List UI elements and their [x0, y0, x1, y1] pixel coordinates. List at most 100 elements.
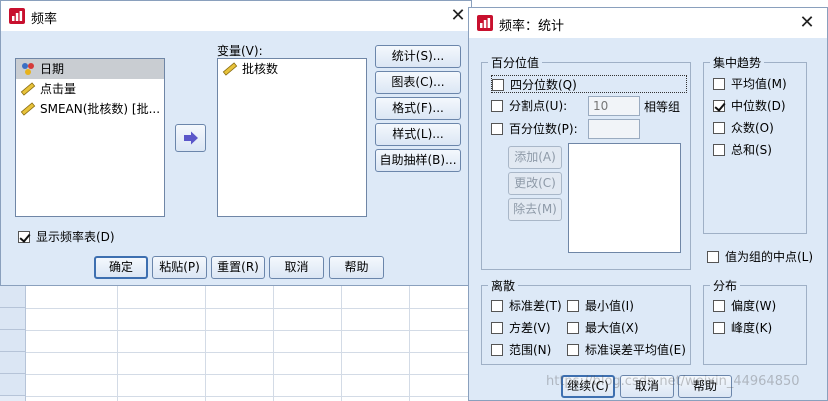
checkbox-label: 显示频率表(D): [36, 230, 115, 244]
checkbox-box: [713, 122, 725, 134]
checkbox-box: [713, 100, 725, 112]
help-button[interactable]: 帮助: [329, 256, 384, 279]
dispersion-group: 离散 标准差(T) 最小值(I) 方差(V) 最大值(X) 范围(N) 标准误差…: [481, 277, 691, 365]
style-button[interactable]: 样式(L)...: [375, 123, 461, 146]
equal-groups-label: 相等组: [644, 100, 681, 114]
statistics-titlebar: 频率：统计 ✕: [469, 8, 827, 38]
checkbox-label: 方差(V): [509, 321, 551, 335]
change-button[interactable]: 更改(C): [508, 172, 562, 195]
data-grid-background: [0, 286, 470, 401]
add-button[interactable]: 添加(A): [508, 146, 562, 169]
scale-variable-icon: [20, 82, 36, 96]
percentile-values-group: 百分位值 四分位数(Q) 分割点(U): 10 相等组 百分位数(P): 添加(…: [481, 54, 691, 270]
list-item-label: 日期: [40, 62, 65, 76]
list-item[interactable]: 日期: [16, 59, 164, 79]
se-mean-checkbox[interactable]: 标准误差平均值(E): [567, 341, 686, 359]
list-item[interactable]: 批核数: [218, 59, 366, 79]
frequencies-titlebar: 频率 ✕: [1, 1, 471, 31]
move-variable-button[interactable]: [175, 124, 206, 152]
checkbox-label: 平均值(M): [731, 77, 787, 91]
close-icon[interactable]: ✕: [795, 12, 819, 34]
distribution-group: 分布 偏度(W) 峰度(K): [703, 277, 807, 365]
bootstrap-button[interactable]: 自助抽样(B)...: [375, 149, 461, 172]
group-title: 分布: [710, 277, 741, 294]
list-item[interactable]: 点击量: [16, 79, 164, 99]
checkbox-label: 值为组的中点(L): [725, 250, 814, 264]
list-item-label: SMEAN(批核数) [批...: [40, 102, 161, 116]
checkbox-box: [491, 322, 503, 334]
source-variable-list[interactable]: 日期 点击量 SMEAN(批核数) [批...: [15, 58, 165, 217]
checkbox-label: 范围(N): [509, 343, 552, 357]
variance-checkbox[interactable]: 方差(V): [491, 319, 551, 337]
checkbox-box: [491, 344, 503, 356]
maximum-checkbox[interactable]: 最大值(X): [567, 319, 639, 337]
list-item-label: 批核数: [242, 62, 279, 76]
checkbox-box: [491, 300, 503, 312]
checkbox-label: 总和(S): [731, 143, 772, 157]
median-checkbox[interactable]: 中位数(D): [713, 97, 786, 115]
checkbox-label: 标准误差平均值(E): [585, 343, 686, 357]
mean-checkbox[interactable]: 平均值(M): [713, 75, 787, 93]
ok-button[interactable]: 确定: [94, 256, 148, 279]
kurtosis-checkbox[interactable]: 峰度(K): [713, 319, 772, 337]
frequencies-dialog: 频率 ✕ 日期 点击量 SMEAN(批核数) [批... 变量(V): 批核数 …: [0, 0, 472, 286]
group-title: 离散: [488, 277, 519, 294]
checkbox-box: [567, 322, 579, 334]
group-title: 百分位值: [488, 54, 543, 71]
statistics-button[interactable]: 统计(S)...: [375, 45, 461, 68]
sum-checkbox[interactable]: 总和(S): [713, 141, 772, 159]
spss-app-icon: [477, 15, 493, 31]
paste-button[interactable]: 粘贴(P): [152, 256, 207, 279]
cancel-button[interactable]: 取消: [269, 256, 324, 279]
scale-variable-icon: [222, 62, 238, 76]
close-icon[interactable]: ✕: [446, 5, 470, 27]
minimum-checkbox[interactable]: 最小值(I): [567, 297, 634, 315]
statistics-dialog: 频率：统计 ✕ 百分位值 四分位数(Q) 分割点(U): 10 相等组 百分位数…: [468, 7, 828, 401]
checkbox-box: [567, 300, 579, 312]
group-title: 集中趋势: [710, 54, 765, 71]
scale-variable-icon: [20, 102, 36, 116]
group-midpoints-checkbox[interactable]: 值为组的中点(L): [707, 248, 813, 266]
format-button[interactable]: 格式(F)...: [375, 97, 461, 120]
skewness-checkbox[interactable]: 偏度(W): [713, 297, 776, 315]
remove-button[interactable]: 除去(M): [508, 198, 562, 221]
dialog-title: 频率：统计: [499, 19, 565, 34]
show-frequency-tables-checkbox[interactable]: 显示频率表(D): [18, 228, 115, 246]
list-item[interactable]: SMEAN(批核数) [批...: [16, 99, 164, 119]
percentiles-input[interactable]: [588, 119, 640, 139]
checkbox-box: [567, 344, 579, 356]
spss-app-icon: [9, 8, 25, 24]
checkbox-box: [713, 78, 725, 90]
checkbox-box: [491, 123, 503, 135]
mode-checkbox[interactable]: 众数(O): [713, 119, 774, 137]
list-item-label: 点击量: [40, 82, 77, 96]
quartiles-checkbox[interactable]: 四分位数(Q): [491, 75, 687, 93]
cut-points-input[interactable]: 10: [588, 96, 640, 116]
variables-label: 变量(V):: [217, 44, 263, 58]
percentiles-list[interactable]: [568, 143, 681, 253]
checkbox-label: 偏度(W): [731, 299, 777, 313]
grid-lines: [26, 286, 470, 401]
charts-button[interactable]: 图表(C)...: [375, 71, 461, 94]
range-checkbox[interactable]: 范围(N): [491, 341, 551, 359]
dialog-title: 频率: [31, 12, 58, 27]
std-deviation-checkbox[interactable]: 标准差(T): [491, 297, 562, 315]
checkbox-box: [492, 79, 504, 91]
checkbox-label: 峰度(K): [731, 321, 773, 335]
cut-points-checkbox[interactable]: 分割点(U):: [491, 97, 567, 115]
checkbox-box: [713, 300, 725, 312]
checkbox-label: 最大值(X): [585, 321, 639, 335]
checkbox-label: 中位数(D): [731, 99, 786, 113]
checkbox-box: [713, 144, 725, 156]
percentiles-checkbox[interactable]: 百分位数(P):: [491, 120, 578, 138]
checkbox-box: [491, 100, 503, 112]
reset-button[interactable]: 重置(R): [211, 256, 265, 279]
arrow-right-icon: [183, 131, 198, 144]
checkbox-label: 百分位数(P):: [509, 122, 578, 136]
central-tendency-group: 集中趋势 平均值(M) 中位数(D) 众数(O) 总和(S): [703, 54, 807, 234]
checkbox-label: 分割点(U):: [509, 99, 568, 113]
watermark-text: https://blog.csdn.net/weixin_44964850: [546, 374, 800, 389]
checkbox-box: [18, 231, 30, 243]
checkbox-box: [713, 322, 725, 334]
target-variable-list[interactable]: 批核数: [217, 58, 367, 217]
